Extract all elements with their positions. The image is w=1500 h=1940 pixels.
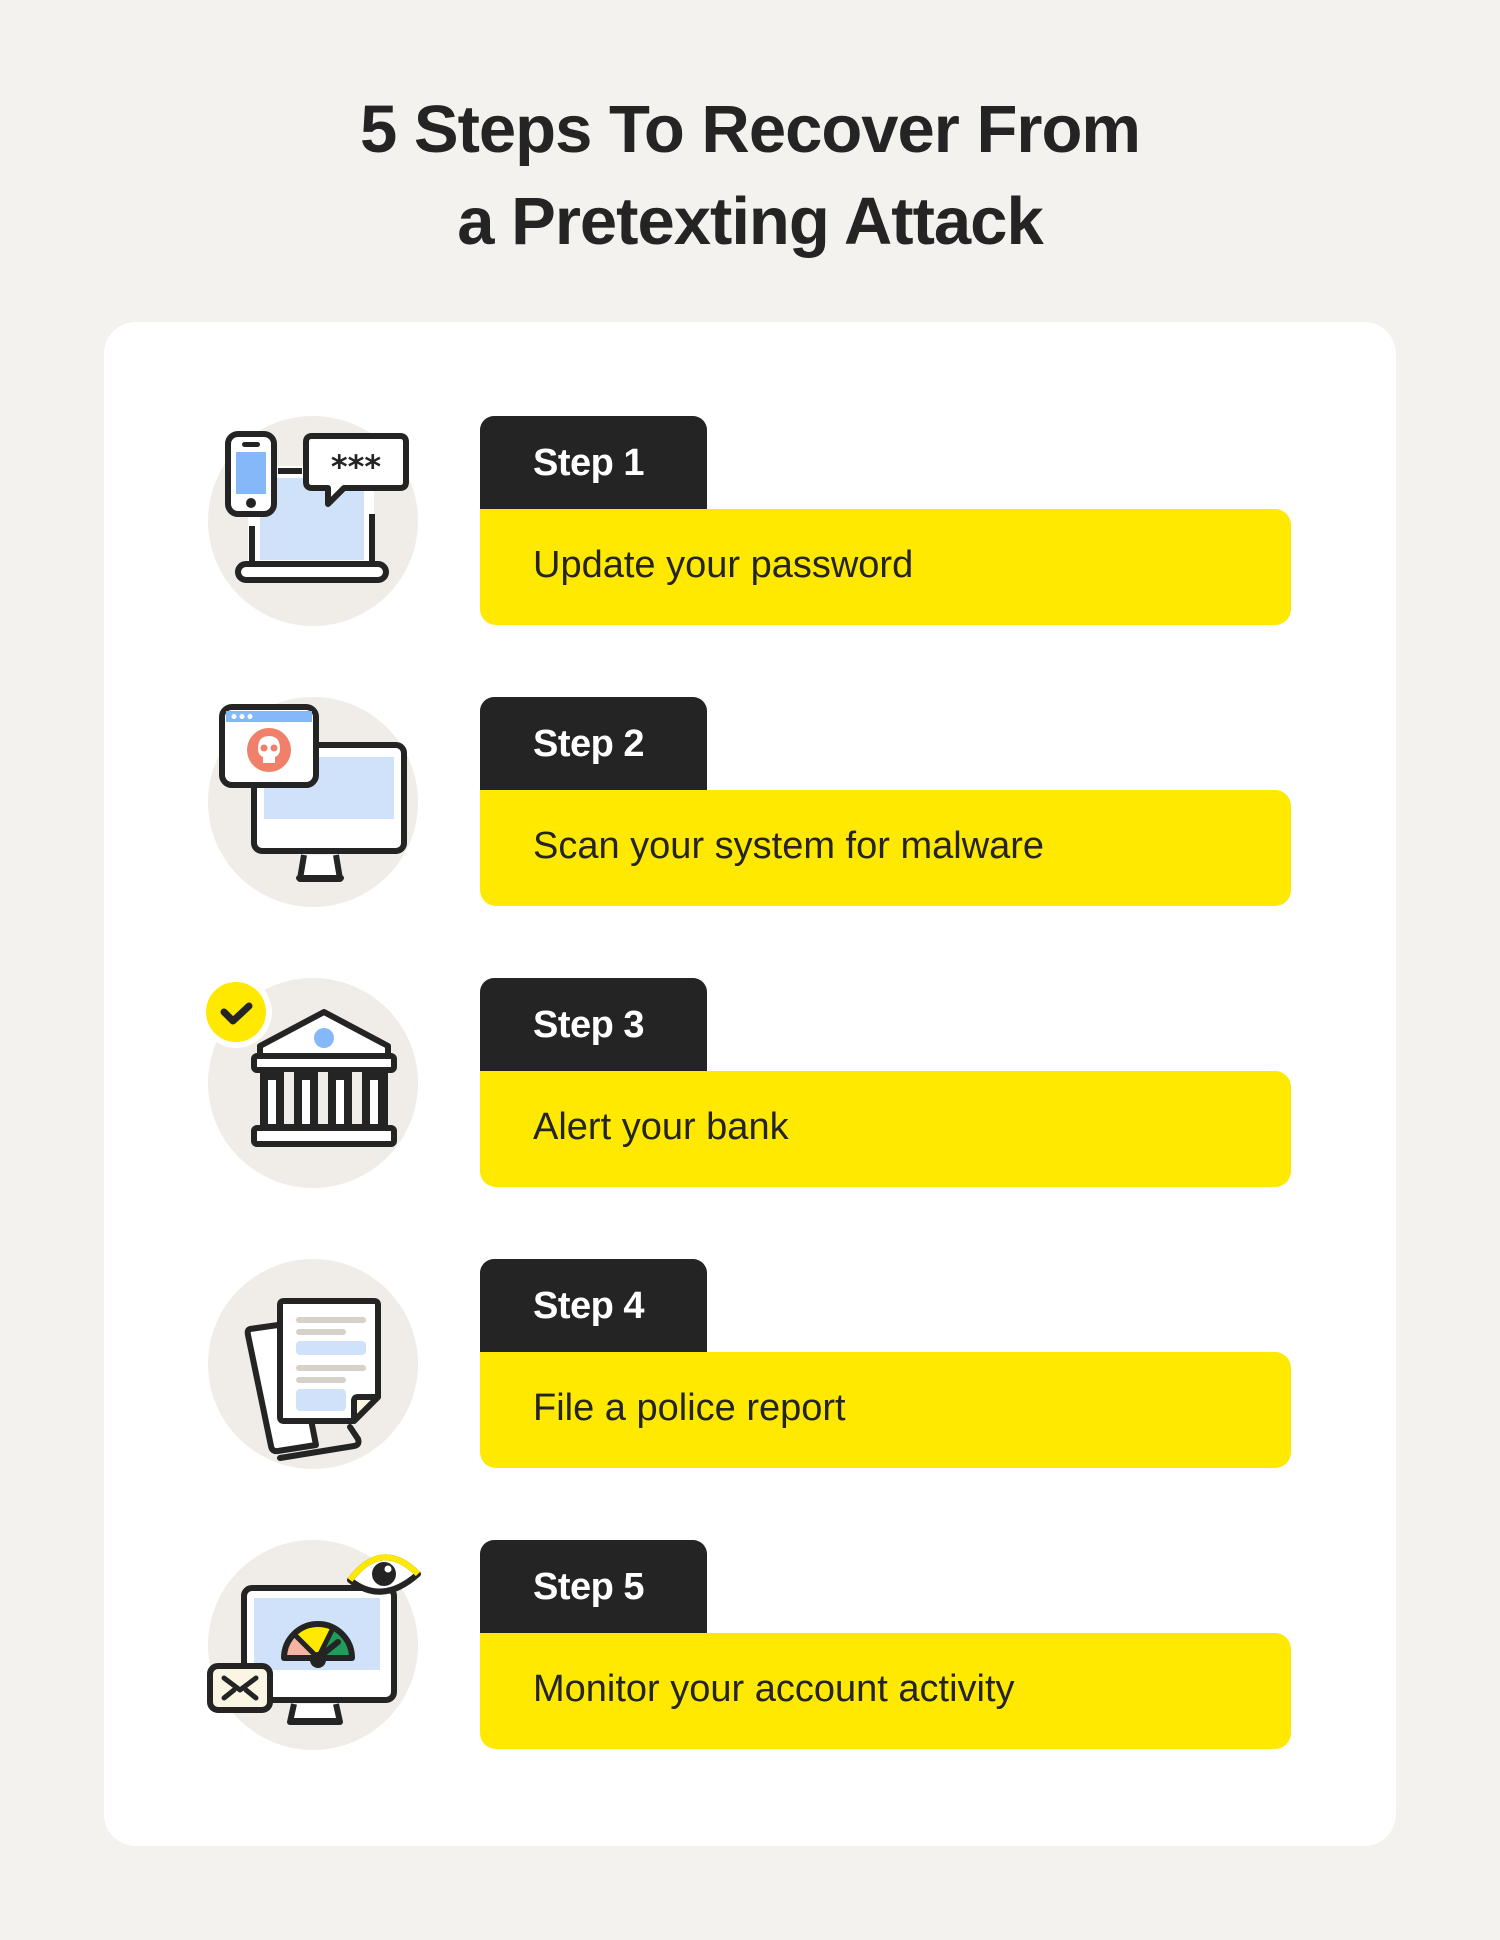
step-tab: Step 5 [480, 1540, 707, 1636]
step-label: Step 1 [533, 442, 645, 484]
steps-card: *** Step 1 Update your password Step 2 S… [104, 322, 1396, 1846]
step-label: Step 3 [533, 1004, 645, 1046]
monitor-malware-icon [219, 704, 407, 882]
step-text: Monitor your account activity [533, 1668, 1015, 1710]
step-label: Step 2 [533, 723, 645, 765]
step-label: Step 5 [533, 1566, 645, 1608]
step-text: Alert your bank [533, 1106, 789, 1148]
bank-check-icon [200, 976, 397, 1147]
step-action-bar: File a police report [480, 1352, 1291, 1468]
step-3: Step 3 Alert your bank [104, 976, 1396, 1190]
step-tab: Step 2 [480, 697, 707, 793]
step-5: Step 5 Monitor your account activity [104, 1540, 1396, 1752]
password-mask: *** [331, 448, 381, 486]
step-action-bar: Alert your bank [480, 1071, 1291, 1187]
step-action-bar: Monitor your account activity [480, 1633, 1291, 1749]
step-text: File a police report [533, 1387, 846, 1429]
step-tab: Step 4 [480, 1259, 707, 1355]
monitor-gauge-eye-icon [207, 1554, 421, 1725]
page-title: 5 Steps To Recover From a Pretexting Att… [0, 84, 1500, 268]
step-2: Step 2 Scan your system for malware [104, 697, 1396, 909]
step-tab: Step 1 [480, 416, 707, 512]
step-label: Step 4 [533, 1285, 645, 1327]
title-line-1: 5 Steps To Recover From [360, 92, 1141, 167]
step-action-bar: Update your password [480, 509, 1291, 625]
title-line-2: a Pretexting Attack [457, 184, 1043, 259]
phone-laptop-password-icon: *** [225, 431, 409, 583]
documents-icon [244, 1298, 381, 1461]
step-text: Scan your system for malware [533, 825, 1045, 867]
step-tab: Step 3 [480, 978, 707, 1074]
step-1: *** Step 1 Update your password [104, 416, 1396, 628]
step-4: Step 4 File a police report [104, 1259, 1396, 1471]
step-action-bar: Scan your system for malware [480, 790, 1291, 906]
step-text: Update your password [533, 544, 914, 586]
